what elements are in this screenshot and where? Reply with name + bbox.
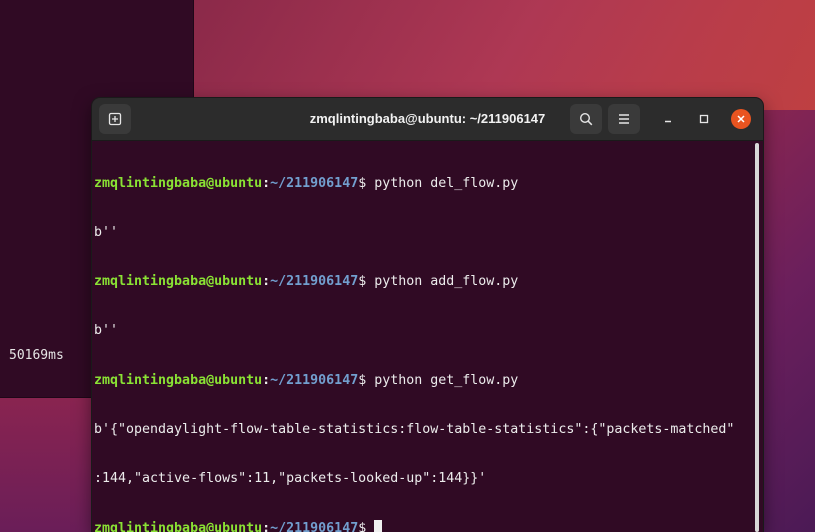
prompt-symbol: $ [358, 274, 375, 290]
prompt-user: zmqlintingbaba@ubuntu [94, 175, 263, 191]
terminal-line: b'' [94, 225, 755, 241]
new-tab-button[interactable] [99, 104, 131, 134]
prompt-user: zmqlintingbaba@ubuntu [94, 372, 263, 388]
maximize-icon [699, 114, 709, 124]
close-icon [737, 115, 745, 123]
background-window-text: 50169ms [9, 348, 64, 363]
prompt-separator: : [262, 521, 271, 532]
command-text: python del_flow.py [374, 175, 519, 191]
scrollbar[interactable] [755, 143, 759, 532]
terminal-line: :144,"active-flows":11,"packets-looked-u… [94, 471, 755, 487]
terminal-line: zmqlintingbaba@ubuntu:~/211906147$ pytho… [94, 176, 755, 192]
terminal-output[interactable]: zmqlintingbaba@ubuntu:~/211906147$ pytho… [92, 141, 755, 532]
text-cursor [374, 520, 383, 532]
command-text: python add_flow.py [374, 274, 519, 290]
menu-button[interactable] [608, 104, 640, 134]
search-button[interactable] [570, 104, 602, 134]
prompt-path: ~/211906147 [270, 372, 359, 388]
wallpaper-shape-lower [0, 395, 95, 532]
prompt-symbol: $ [358, 372, 375, 388]
prompt-separator: : [262, 274, 271, 290]
maximize-button[interactable] [694, 109, 714, 129]
prompt-separator: : [262, 372, 271, 388]
terminal-line: zmqlintingbaba@ubuntu:~/211906147$ pytho… [94, 274, 755, 290]
terminal-line: zmqlintingbaba@ubuntu:~/211906147$ [94, 520, 755, 532]
minimize-icon [665, 120, 671, 123]
new-tab-icon [108, 112, 122, 126]
terminal-line: b'' [94, 323, 755, 339]
search-icon [579, 112, 593, 126]
terminal-line: b'{"opendaylight-flow-table-statistics:f… [94, 422, 755, 438]
output-text: :144,"active-flows":11,"packets-looked-u… [94, 471, 487, 487]
close-button[interactable] [731, 109, 751, 129]
output-text: b'{"opendaylight-flow-table-statistics:f… [94, 421, 735, 437]
prompt-symbol: $ [358, 521, 375, 532]
prompt-user: zmqlintingbaba@ubuntu [94, 274, 263, 290]
prompt-symbol: $ [358, 175, 375, 191]
terminal-line: zmqlintingbaba@ubuntu:~/211906147$ pytho… [94, 373, 755, 389]
prompt-path: ~/211906147 [270, 175, 359, 191]
output-text: b'' [94, 323, 119, 339]
terminal-titlebar[interactable]: zmqlintingbaba@ubuntu: ~/211906147 [92, 98, 763, 141]
prompt-path: ~/211906147 [270, 274, 359, 290]
output-text: b'' [94, 225, 119, 241]
command-text: python get_flow.py [374, 372, 519, 388]
prompt-separator: : [262, 175, 271, 191]
hamburger-menu-icon [619, 114, 629, 124]
minimize-button[interactable] [658, 109, 678, 129]
wallpaper-shape [190, 0, 815, 110]
prompt-path: ~/211906147 [270, 521, 359, 532]
prompt-user: zmqlintingbaba@ubuntu [94, 521, 263, 532]
terminal-window[interactable]: zmqlintingbaba@ubuntu: ~/211906147 zmqli… [92, 98, 763, 532]
